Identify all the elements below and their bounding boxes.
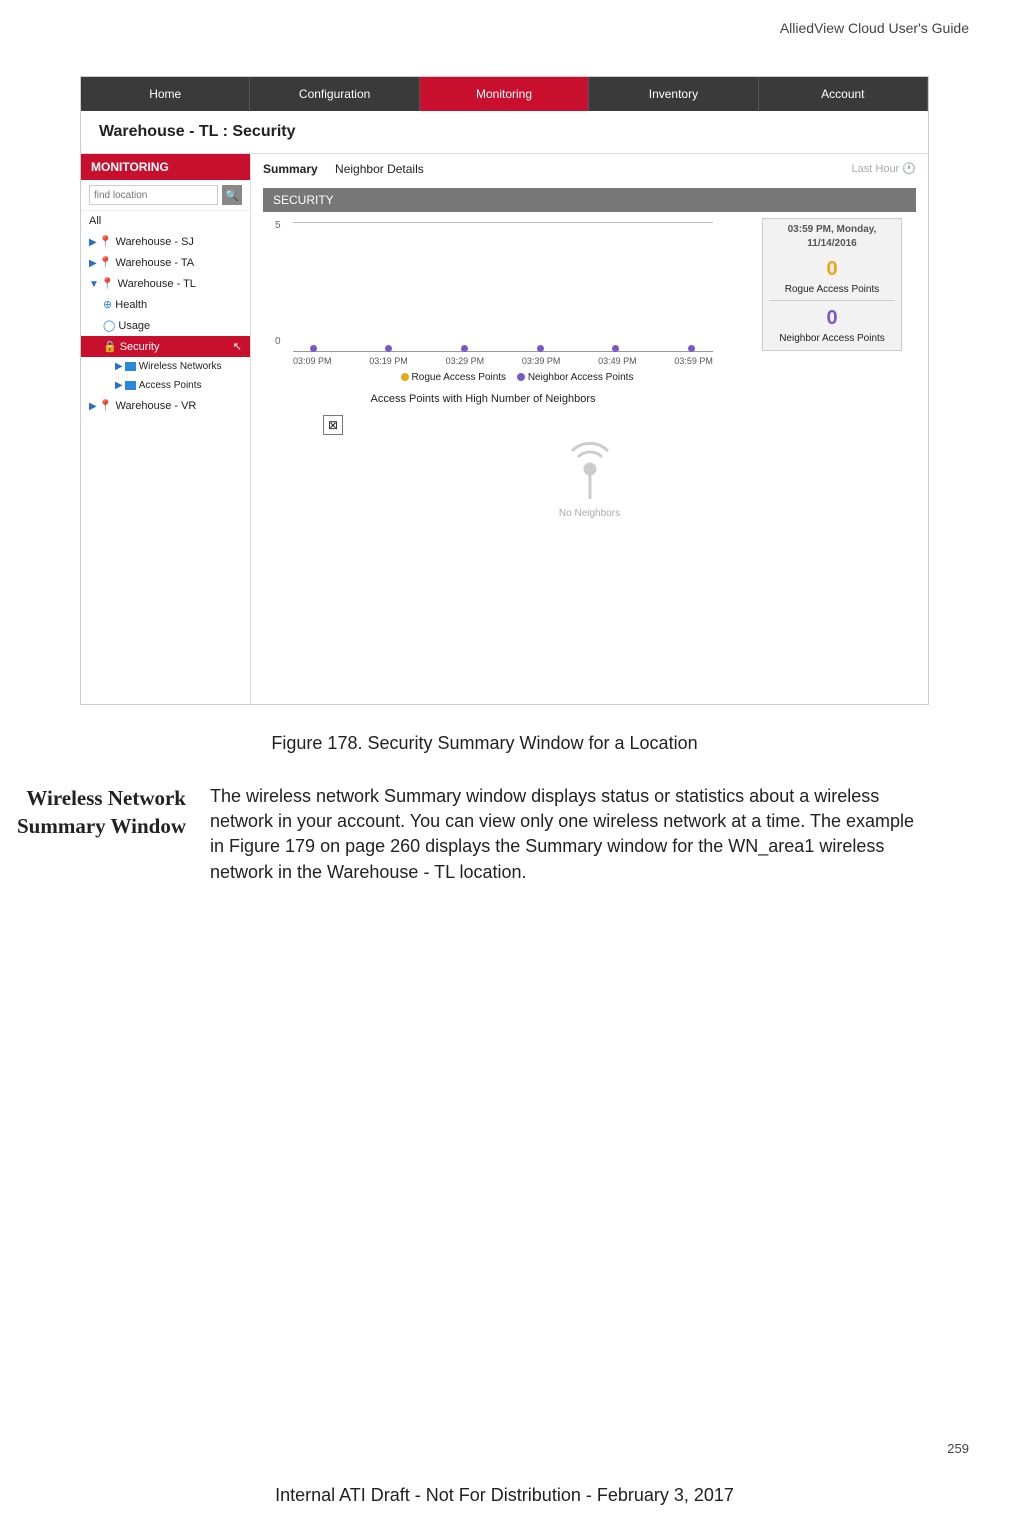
tree-label: Health [115, 299, 147, 311]
doc-header: AlliedView Cloud User's Guide [0, 20, 969, 36]
tree-warehouse-sj[interactable]: ▶📍 Warehouse - SJ [81, 231, 250, 252]
x-tick: 03:09 PM [293, 356, 332, 366]
circle-icon: ◯ [103, 320, 115, 332]
sidebar: MONITORING 🔍 All ▶📍 Warehouse - SJ ▶📍 Wa… [81, 154, 251, 704]
caret-icon: ▶ [89, 401, 97, 412]
x-tick: 03:29 PM [446, 356, 485, 366]
tooltip-neighbor-label: Neighbor Access Points [769, 332, 895, 346]
pin-icon: 📍 [101, 278, 115, 290]
sidebar-search: 🔍 [81, 180, 250, 211]
thumbnail-icon[interactable]: ⊠ [323, 415, 343, 435]
x-axis-ticks: 03:09 PM 03:19 PM 03:29 PM 03:39 PM 03:4… [293, 356, 713, 366]
tree-warehouse-ta[interactable]: ▶📍 Warehouse - TA [81, 252, 250, 273]
x-tick: 03:49 PM [598, 356, 637, 366]
data-point [688, 345, 695, 352]
caret-icon: ▶ [115, 361, 123, 372]
data-point [612, 345, 619, 352]
folder-icon [125, 362, 136, 371]
search-input[interactable] [89, 185, 218, 205]
x-tick: 03:59 PM [674, 356, 713, 366]
legend-label: Rogue Access Points [412, 372, 507, 383]
tree-label: Access Points [139, 380, 202, 391]
tree-usage[interactable]: ◯ Usage [81, 315, 250, 336]
tooltip-rogue-value: 0 [769, 255, 895, 283]
tree-label: Wireless Networks [139, 361, 222, 372]
antenna-icon [560, 441, 620, 501]
tree-label: Warehouse - TA [115, 257, 194, 269]
tab-configuration[interactable]: Configuration [250, 77, 419, 111]
time-selector[interactable]: Last Hour 🕐 [852, 162, 916, 175]
tree-security[interactable]: 🔒Security ↖ [81, 336, 250, 357]
clock-icon: 🕐 [902, 163, 916, 175]
tree-access-points[interactable]: ▶ Access Points [81, 376, 250, 395]
search-icon[interactable]: 🔍 [222, 185, 242, 205]
y-tick-0: 0 [275, 336, 281, 347]
main-panel: Summary Neighbor Details Last Hour 🕐 SEC… [251, 154, 928, 704]
chart-tooltip: 03:59 PM, Monday, 11/14/2016 0 Rogue Acc… [762, 218, 902, 351]
sidebar-title: MONITORING [81, 154, 250, 180]
chart-legend: Rogue Access Points Neighbor Access Poin… [293, 372, 733, 383]
no-neighbors-label: No Neighbors [263, 508, 916, 519]
folder-icon [125, 381, 136, 390]
caret-icon: ▶ [89, 258, 97, 269]
tree-warehouse-vr[interactable]: ▶📍 Warehouse - VR [81, 395, 250, 416]
time-label: Last Hour [852, 163, 900, 175]
screenshot-frame: Home Configuration Monitoring Inventory … [80, 76, 929, 705]
no-neighbors: No Neighbors [263, 441, 916, 519]
breadcrumb: Warehouse - TL : Security [81, 111, 928, 154]
plus-icon: ⊕ [103, 299, 112, 311]
chart-plot [293, 222, 713, 352]
tree-label: Warehouse - TL [118, 278, 196, 290]
subtab-summary[interactable]: Summary [263, 162, 318, 176]
swatch-icon [401, 373, 409, 381]
tab-inventory[interactable]: Inventory [589, 77, 758, 111]
tree-label: Usage [118, 320, 150, 332]
caret-icon: ▶ [115, 380, 123, 391]
data-point [537, 345, 544, 352]
tree-all[interactable]: All [81, 211, 250, 231]
tooltip-rogue-label: Rogue Access Points [769, 283, 895, 297]
tab-monitoring[interactable]: Monitoring [420, 77, 589, 111]
tooltip-timestamp: 03:59 PM, Monday, 11/14/2016 [769, 223, 895, 251]
x-tick: 03:39 PM [522, 356, 561, 366]
tree-label: Security [120, 341, 160, 353]
gridline [293, 222, 713, 223]
tree-wireless-networks[interactable]: ▶ Wireless Networks [81, 357, 250, 376]
legend-label: Neighbor Access Points [528, 372, 634, 383]
tree-health[interactable]: ⊕ Health [81, 294, 250, 315]
cursor-icon: ↖ [233, 340, 242, 353]
security-chart: 03:59 PM, Monday, 11/14/2016 0 Rogue Acc… [263, 212, 916, 387]
page-number: 259 [947, 1441, 969, 1456]
lock-icon: 🔒 [103, 341, 117, 353]
pin-icon: 📍 [99, 257, 113, 269]
pin-icon: 📍 [99, 400, 113, 412]
data-point [385, 345, 392, 352]
data-point [310, 345, 317, 352]
tree-label: Warehouse - VR [115, 400, 196, 412]
tree-label: Warehouse - SJ [115, 236, 193, 248]
section: Wireless Network Summary Window The wire… [0, 784, 969, 885]
swatch-icon [517, 373, 525, 381]
figure-caption: Figure 178. Security Summary Window for … [0, 733, 969, 754]
subtab-neighbor-details[interactable]: Neighbor Details [335, 162, 424, 176]
caret-down-icon: ▼ [89, 279, 99, 290]
top-tabs: Home Configuration Monitoring Inventory … [81, 77, 928, 111]
neighbors-heading: Access Points with High Number of Neighb… [263, 393, 703, 405]
x-tick: 03:19 PM [369, 356, 408, 366]
tooltip-neighbor-value: 0 [769, 304, 895, 332]
caret-icon: ▶ [89, 237, 97, 248]
chart-title: SECURITY [263, 188, 916, 212]
section-title: Wireless Network Summary Window [0, 784, 186, 885]
data-point [461, 345, 468, 352]
section-body: The wireless network Summary window disp… [210, 784, 929, 885]
tab-home[interactable]: Home [81, 77, 250, 111]
tree-warehouse-tl[interactable]: ▼📍 Warehouse - TL [81, 273, 250, 294]
tab-account[interactable]: Account [759, 77, 928, 111]
y-tick-5: 5 [275, 220, 281, 231]
doc-footer: Internal ATI Draft - Not For Distributio… [0, 1485, 1009, 1506]
pin-icon: 📍 [99, 236, 113, 248]
subtabs: Summary Neighbor Details Last Hour 🕐 [263, 162, 916, 182]
